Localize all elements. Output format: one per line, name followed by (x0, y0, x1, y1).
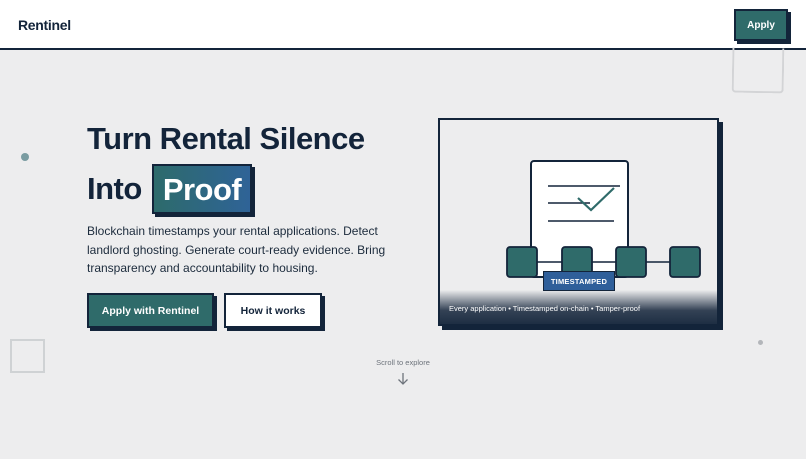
hero-title-prefix: Into (87, 171, 142, 206)
logo[interactable]: Rentinel (18, 17, 71, 33)
chain-block-icon (669, 246, 701, 278)
illustration-card: TIMESTAMPED Every application • Timestam… (438, 118, 719, 326)
chain-block-icon (506, 246, 538, 278)
header-apply-button[interactable]: Apply (734, 9, 788, 41)
chain-block-icon (615, 246, 647, 278)
hero-title-highlight: Proof (151, 164, 253, 214)
timestamped-badge: TIMESTAMPED (543, 271, 615, 291)
arrow-down-icon[interactable] (396, 372, 410, 386)
hero-title-line2: Into Proof (87, 164, 365, 214)
decorative-dot (21, 153, 29, 161)
decorative-dot (758, 340, 763, 345)
site-header: Rentinel Apply (0, 0, 806, 50)
decorative-square (731, 47, 785, 94)
decorative-square (10, 339, 45, 373)
illustration-caption: Every application • Timestamped on-chain… (440, 290, 717, 324)
apply-with-rentinel-button[interactable]: Apply with Rentinel (87, 293, 214, 328)
hero-description: Blockchain timestamps your rental applic… (87, 224, 386, 275)
scroll-hint: Scroll to explore (376, 358, 430, 367)
how-it-works-button[interactable]: How it works (224, 293, 322, 328)
hero-title: Turn Rental Silence Into Proof (87, 114, 365, 214)
hero-title-line1: Turn Rental Silence (87, 121, 365, 156)
